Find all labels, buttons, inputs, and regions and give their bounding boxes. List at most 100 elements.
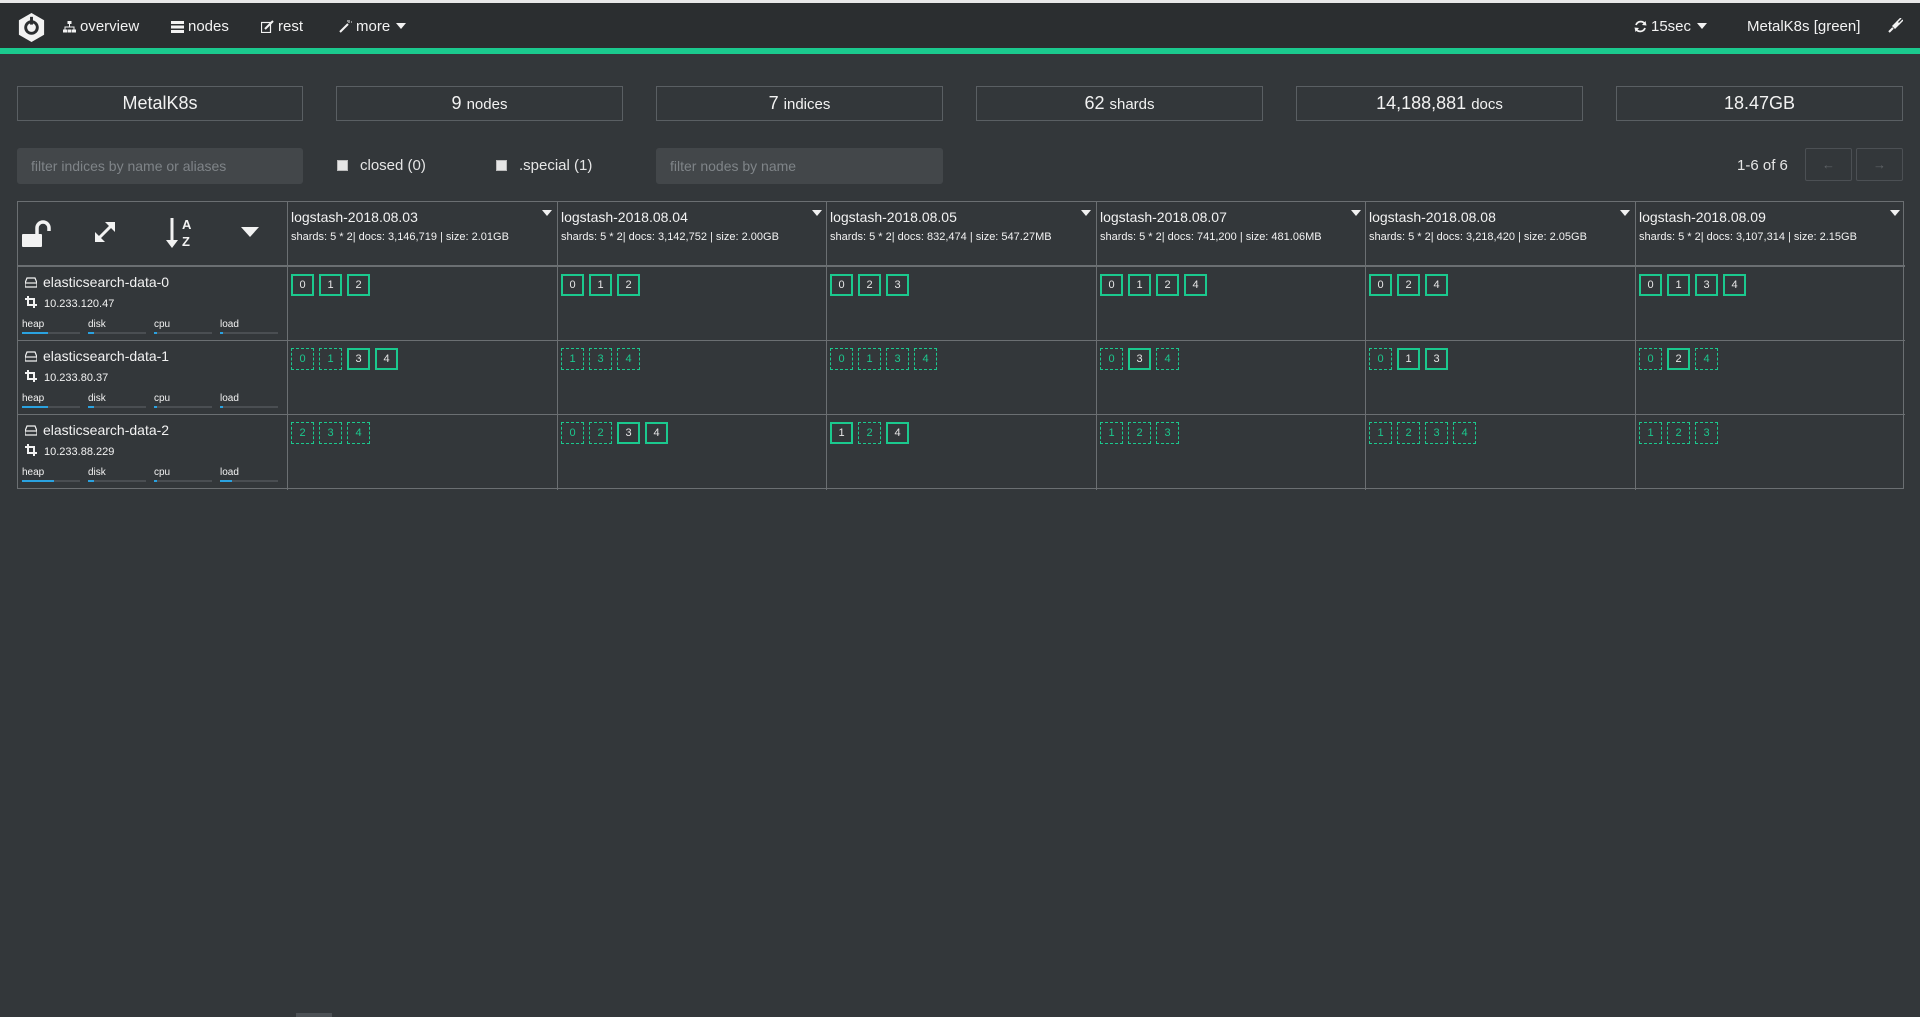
special-indices-checkbox[interactable]: .special (1) bbox=[496, 157, 592, 175]
shard-number: 2 bbox=[597, 427, 604, 439]
index-menu-caret-icon[interactable] bbox=[1350, 210, 1361, 216]
index-menu-caret-icon[interactable] bbox=[1619, 210, 1630, 216]
primary-shard[interactable]: 4 bbox=[1184, 274, 1207, 296]
caret-down-icon[interactable] bbox=[241, 227, 259, 239]
replica-shard[interactable]: 1 bbox=[561, 348, 584, 370]
primary-shard[interactable]: 1 bbox=[830, 422, 853, 444]
checkbox-icon[interactable] bbox=[337, 160, 348, 171]
replica-shard[interactable]: 0 bbox=[830, 348, 853, 370]
prev-page-button[interactable]: ← bbox=[1805, 148, 1852, 181]
scrollbar-thumb[interactable] bbox=[296, 1013, 332, 1017]
replica-shard[interactable]: 3 bbox=[1156, 422, 1179, 444]
primary-shard[interactable]: 3 bbox=[1425, 348, 1448, 370]
primary-shard[interactable]: 2 bbox=[1156, 274, 1179, 296]
primary-shard[interactable]: 4 bbox=[1723, 274, 1746, 296]
replica-shard[interactable]: 0 bbox=[1369, 348, 1392, 370]
primary-shard[interactable]: 1 bbox=[1667, 274, 1690, 296]
replica-shard[interactable]: 1 bbox=[1369, 422, 1392, 444]
replica-shard[interactable]: 0 bbox=[561, 422, 584, 444]
index-menu-caret-icon[interactable] bbox=[541, 210, 552, 216]
primary-shard[interactable]: 2 bbox=[1397, 274, 1420, 296]
next-page-button[interactable]: → bbox=[1856, 148, 1903, 181]
replica-shard[interactable]: 2 bbox=[1667, 422, 1690, 444]
plug-disconnect-icon[interactable] bbox=[1888, 3, 1907, 51]
node-name[interactable]: elasticsearch-data-2 bbox=[43, 422, 169, 438]
node-name[interactable]: elasticsearch-data-0 bbox=[43, 274, 169, 290]
nodes-filter-input[interactable] bbox=[656, 148, 943, 184]
primary-shard[interactable]: 1 bbox=[319, 274, 342, 296]
primary-shard[interactable]: 3 bbox=[886, 274, 909, 296]
primary-shard[interactable]: 0 bbox=[1100, 274, 1123, 296]
index-name-0[interactable]: logstash-2018.08.03 bbox=[291, 209, 418, 225]
cluster-status[interactable]: MetalK8s [green] bbox=[1747, 3, 1860, 51]
replica-shard[interactable]: 3 bbox=[319, 422, 342, 444]
index-menu-caret-icon[interactable] bbox=[811, 210, 822, 216]
column-divider bbox=[1635, 202, 1636, 490]
replica-shard[interactable]: 2 bbox=[1397, 422, 1420, 444]
nodes-unit: nodes bbox=[466, 96, 508, 113]
index-menu-caret-icon[interactable] bbox=[1889, 210, 1900, 216]
primary-shard[interactable]: 0 bbox=[561, 274, 584, 296]
expand-icon[interactable] bbox=[92, 219, 118, 245]
replica-shard[interactable]: 3 bbox=[1425, 422, 1448, 444]
replica-shard[interactable]: 0 bbox=[1639, 348, 1662, 370]
primary-shard[interactable]: 3 bbox=[617, 422, 640, 444]
replica-shard[interactable]: 2 bbox=[589, 422, 612, 444]
replica-shard[interactable]: 0 bbox=[291, 348, 314, 370]
replica-shard[interactable]: 1 bbox=[319, 348, 342, 370]
nav-rest[interactable]: rest bbox=[260, 3, 303, 51]
replica-shard[interactable]: 4 bbox=[1453, 422, 1476, 444]
replica-shard[interactable]: 3 bbox=[589, 348, 612, 370]
replica-shard[interactable]: 4 bbox=[617, 348, 640, 370]
primary-shard[interactable]: 2 bbox=[347, 274, 370, 296]
primary-shard[interactable]: 4 bbox=[375, 348, 398, 370]
index-name-4[interactable]: logstash-2018.08.08 bbox=[1369, 209, 1496, 225]
primary-shard[interactable]: 4 bbox=[886, 422, 909, 444]
cerebro-logo-icon[interactable] bbox=[16, 12, 47, 43]
indices-filter-input[interactable] bbox=[17, 148, 303, 184]
nav-overview[interactable]: overview bbox=[63, 3, 139, 51]
refresh-interval-dropdown[interactable]: 15sec bbox=[1634, 3, 1708, 51]
primary-shard[interactable]: 1 bbox=[589, 274, 612, 296]
primary-shard[interactable]: 0 bbox=[1369, 274, 1392, 296]
sort-alpha-icon[interactable]: A Z bbox=[166, 216, 196, 250]
primary-shard[interactable]: 4 bbox=[645, 422, 668, 444]
nav-more-dropdown[interactable]: more bbox=[339, 3, 407, 51]
replica-shard[interactable]: 2 bbox=[1128, 422, 1151, 444]
node-name[interactable]: elasticsearch-data-1 bbox=[43, 348, 169, 364]
index-name-2[interactable]: logstash-2018.08.05 bbox=[830, 209, 957, 225]
primary-shard[interactable]: 3 bbox=[1695, 274, 1718, 296]
primary-shard[interactable]: 0 bbox=[1639, 274, 1662, 296]
replica-shard[interactable]: 4 bbox=[347, 422, 370, 444]
primary-shard[interactable]: 3 bbox=[1128, 348, 1151, 370]
index-name-3[interactable]: logstash-2018.08.07 bbox=[1100, 209, 1227, 225]
unlock-icon[interactable] bbox=[22, 220, 52, 248]
primary-shard[interactable]: 1 bbox=[1397, 348, 1420, 370]
replica-shard[interactable]: 0 bbox=[1100, 348, 1123, 370]
primary-shard[interactable]: 2 bbox=[858, 274, 881, 296]
replica-shard[interactable]: 1 bbox=[1100, 422, 1123, 444]
replica-shard[interactable]: 3 bbox=[886, 348, 909, 370]
primary-shard[interactable]: 2 bbox=[617, 274, 640, 296]
replica-shard[interactable]: 1 bbox=[1639, 422, 1662, 444]
replica-shard[interactable]: 4 bbox=[1156, 348, 1179, 370]
primary-shard[interactable]: 0 bbox=[830, 274, 853, 296]
index-menu-caret-icon[interactable] bbox=[1080, 210, 1091, 216]
checkbox-icon[interactable] bbox=[496, 160, 507, 171]
replica-shard[interactable]: 4 bbox=[1695, 348, 1718, 370]
nav-nodes[interactable]: nodes bbox=[171, 3, 229, 51]
replica-shard[interactable]: 3 bbox=[1695, 422, 1718, 444]
replica-shard[interactable]: 1 bbox=[858, 348, 881, 370]
primary-shard[interactable]: 0 bbox=[291, 274, 314, 296]
primary-shard[interactable]: 1 bbox=[1128, 274, 1151, 296]
replica-shard[interactable]: 2 bbox=[858, 422, 881, 444]
index-name-5[interactable]: logstash-2018.08.09 bbox=[1639, 209, 1766, 225]
metric-fill-cpu bbox=[154, 480, 158, 482]
closed-indices-checkbox[interactable]: closed (0) bbox=[337, 157, 426, 175]
primary-shard[interactable]: 4 bbox=[1425, 274, 1448, 296]
replica-shard[interactable]: 4 bbox=[914, 348, 937, 370]
primary-shard[interactable]: 3 bbox=[347, 348, 370, 370]
primary-shard[interactable]: 2 bbox=[1667, 348, 1690, 370]
index-name-1[interactable]: logstash-2018.08.04 bbox=[561, 209, 688, 225]
replica-shard[interactable]: 2 bbox=[291, 422, 314, 444]
